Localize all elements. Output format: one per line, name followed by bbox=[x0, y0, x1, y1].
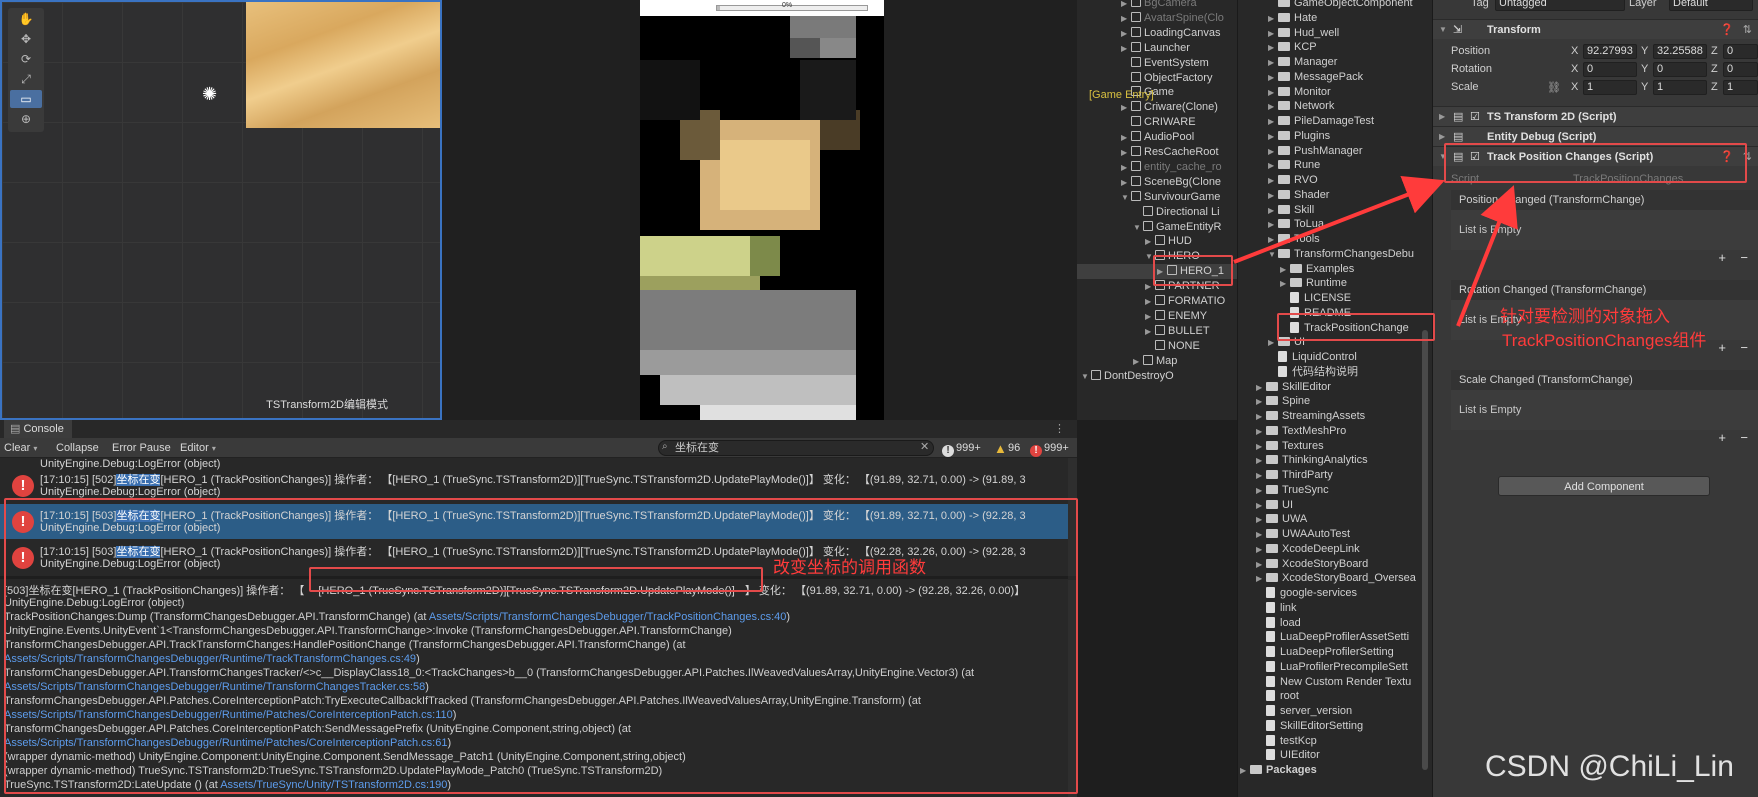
search-icon: ⌕ bbox=[662, 441, 668, 452]
watermark-text: CSDN @ChiLi_Lin bbox=[1485, 750, 1734, 783]
arrow-note-to-component bbox=[1456, 185, 1518, 327]
arrow-hero-to-component bbox=[1233, 176, 1445, 264]
annotation-arrows bbox=[1233, 176, 1518, 327]
